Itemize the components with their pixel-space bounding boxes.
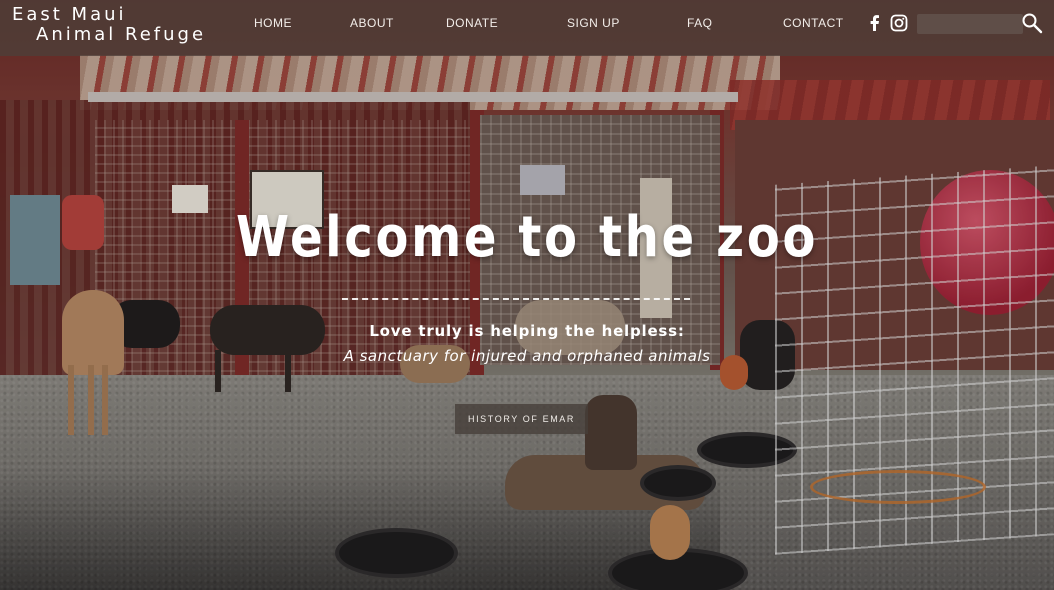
search-input[interactable] [917, 14, 1023, 34]
site-header: East Maui Animal Refuge HOME ABOUT DONAT… [0, 0, 1054, 56]
search-icon[interactable] [1021, 12, 1043, 34]
history-of-emar-button[interactable]: HISTORY OF EMAR [455, 404, 588, 434]
nav-donate[interactable]: DONATE [446, 16, 498, 30]
nav-about[interactable]: ABOUT [350, 16, 394, 30]
site-logo[interactable]: East Maui Animal Refuge [12, 5, 206, 45]
facebook-icon[interactable] [866, 14, 884, 32]
hero-title: Welcome to the zoo [235, 205, 819, 270]
nav-faq[interactable]: FAQ [687, 16, 713, 30]
logo-line-1: East Maui [12, 4, 127, 25]
nav-contact[interactable]: CONTACT [783, 16, 844, 30]
instagram-icon[interactable] [890, 14, 908, 32]
hero-divider [342, 298, 690, 300]
photo-overlay [0, 0, 1054, 590]
hero-subline: A sanctuary for injured and orphaned ani… [343, 347, 711, 365]
hero-tagline: Love truly is helping the helpless: [369, 322, 685, 340]
nav-sign-up[interactable]: SIGN UP [567, 16, 620, 30]
logo-line-2: Animal Refuge [36, 24, 207, 45]
nav-home[interactable]: HOME [254, 16, 292, 30]
